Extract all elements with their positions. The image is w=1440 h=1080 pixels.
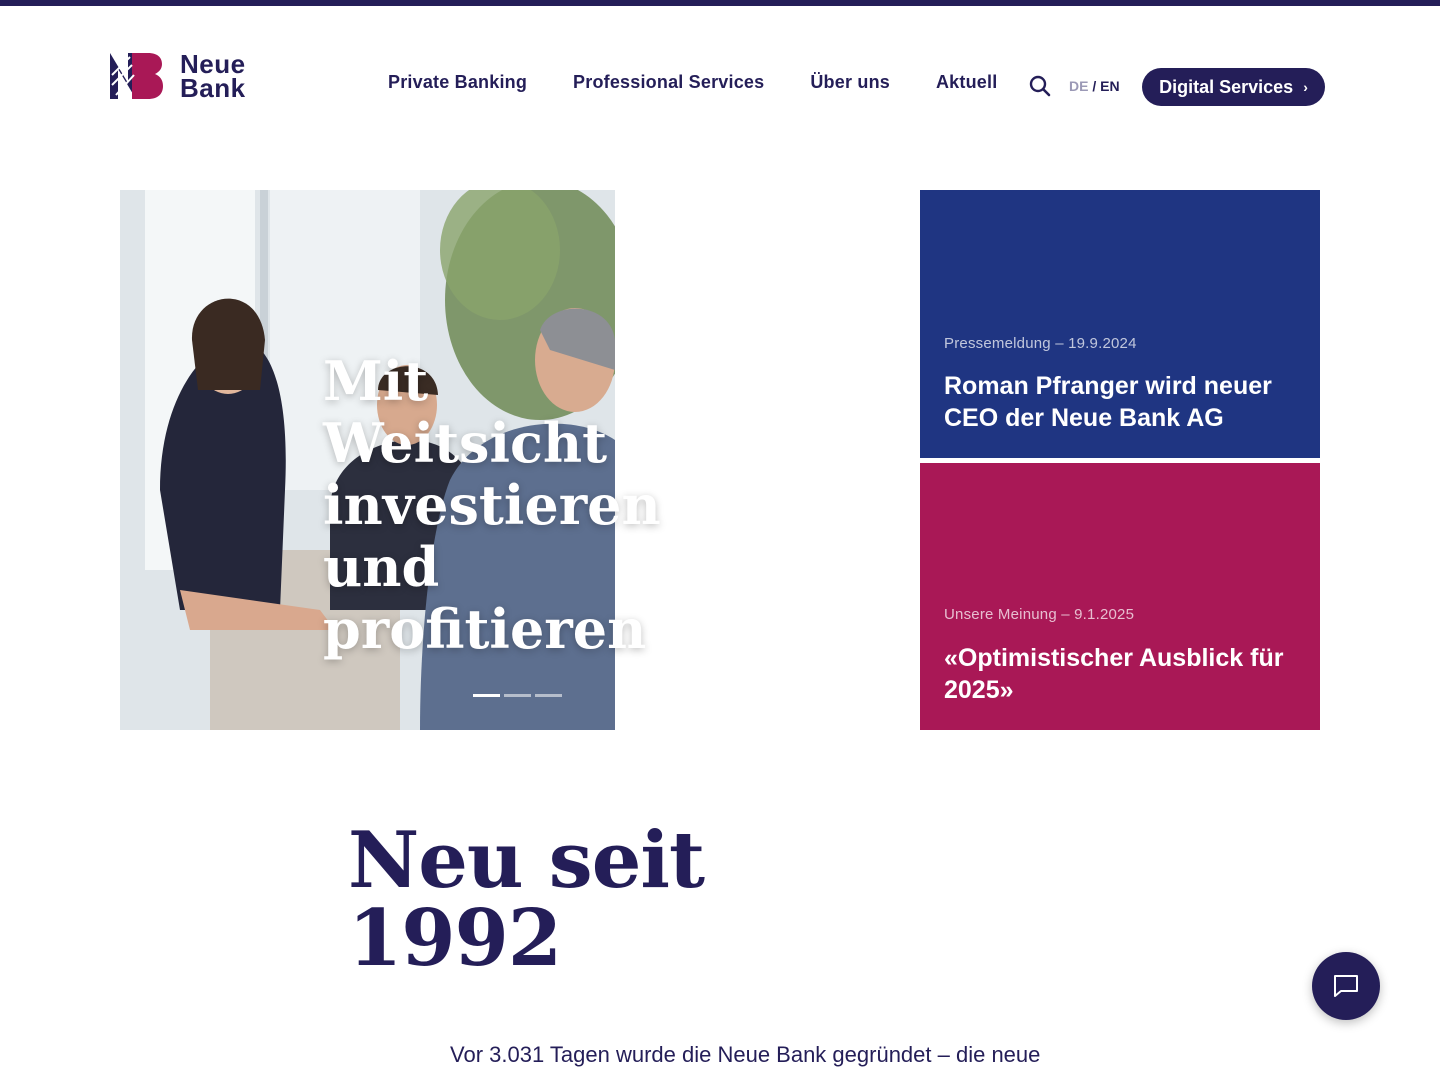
logo[interactable]: Neue Bank xyxy=(108,50,268,102)
nav-ueber-uns[interactable]: Über uns xyxy=(810,72,890,93)
lang-en[interactable]: EN xyxy=(1100,78,1119,94)
language-switcher: DE / EN xyxy=(1069,78,1120,94)
hero-headline-line: Mit xyxy=(323,349,429,413)
news-meta: Unsere Meinung – 9.1.2025 xyxy=(944,606,1135,623)
news-meta: Pressemeldung – 19.9.2024 xyxy=(944,335,1137,352)
logo-mark-icon xyxy=(110,53,163,99)
nav-aktuell[interactable]: Aktuell xyxy=(936,72,997,93)
section-title-line-2: 1992 xyxy=(348,893,562,984)
section-intro-text: Vor 3.031 Tagen wurde die Neue Bank gegr… xyxy=(450,1042,1041,1067)
carousel-dot-1[interactable] xyxy=(473,694,500,697)
carousel-indicators xyxy=(473,694,566,697)
search-icon[interactable] xyxy=(1029,75,1051,97)
nav-professional-services[interactable]: Professional Services xyxy=(573,72,764,93)
hero-headline: Mit Weitsicht investieren und profitiere… xyxy=(323,349,661,661)
section-title-line-1: Neu seit xyxy=(348,815,705,906)
chat-icon xyxy=(1334,975,1358,997)
digital-services-label: Digital Services xyxy=(1159,76,1294,97)
news-tile-press-release[interactable]: Pressemeldung – 19.9.2024 Roman Pfranger… xyxy=(920,190,1320,458)
carousel-dot-2[interactable] xyxy=(504,694,531,697)
chevron-right-icon: › xyxy=(1303,79,1308,95)
carousel-dot-3[interactable] xyxy=(535,694,562,697)
logo-line-2: Bank xyxy=(180,73,246,103)
chat-button[interactable] xyxy=(1312,952,1380,1020)
hero-headline-line: und xyxy=(323,535,440,599)
lang-de[interactable]: DE xyxy=(1069,78,1088,94)
news-headline: Roman Pfranger wird neuer CEO der Neue B… xyxy=(944,372,1272,432)
lang-separator: / xyxy=(1092,78,1097,94)
section-title: Neu seit 1992 xyxy=(348,815,705,984)
logo-wordmark: Neue Bank xyxy=(180,51,246,103)
digital-services-button[interactable]: Digital Services › xyxy=(1142,68,1325,106)
hero-headline-line: profitieren xyxy=(323,597,647,661)
news-headline: «Optimistischer Ausblick für 2025» xyxy=(944,644,1284,704)
main-nav: Private Banking Professional Services Üb… xyxy=(388,72,1043,93)
hero-headline-line: investieren xyxy=(323,473,661,537)
top-accent-bar xyxy=(0,0,1440,6)
news-tile-opinion[interactable]: Unsere Meinung – 9.1.2025 «Optimistische… xyxy=(920,463,1320,730)
hero-headline-line: Weitsicht xyxy=(323,411,608,475)
nav-private-banking[interactable]: Private Banking xyxy=(388,72,527,93)
